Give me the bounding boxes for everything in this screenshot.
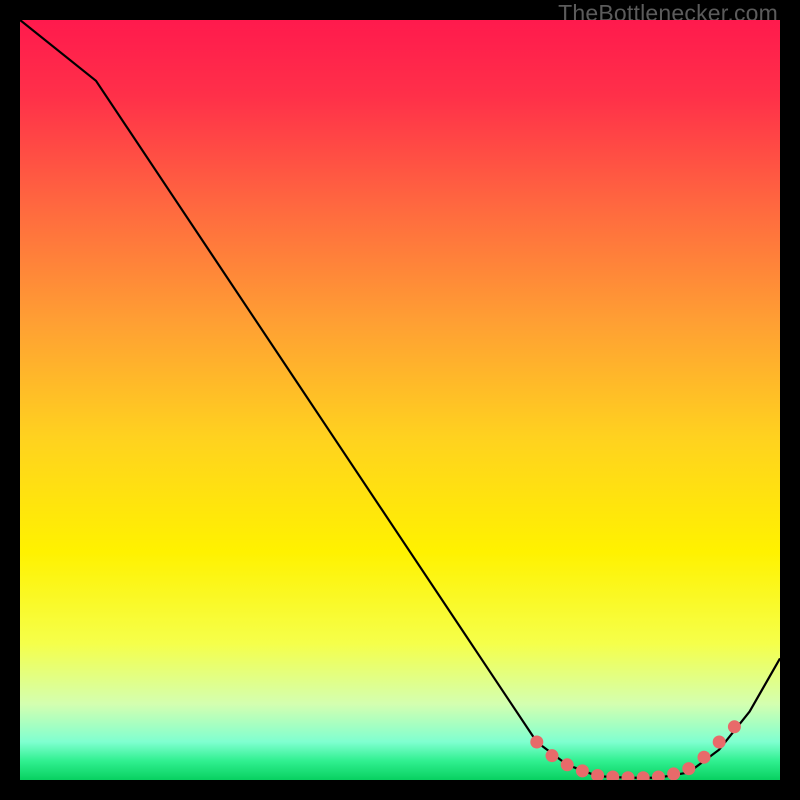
marker-dot <box>728 720 741 733</box>
chart-svg <box>20 20 780 780</box>
marker-dot <box>698 751 711 764</box>
marker-dot <box>713 736 726 749</box>
marker-dot <box>576 764 589 777</box>
marker-dot <box>530 736 543 749</box>
marker-dot <box>667 767 680 780</box>
marker-dot <box>546 749 559 762</box>
marker-dot <box>561 758 574 771</box>
marker-dot <box>682 762 695 775</box>
chart-plot-area <box>20 20 780 780</box>
chart-background <box>20 20 780 780</box>
chart-frame: TheBottlenecker.com <box>0 0 800 800</box>
